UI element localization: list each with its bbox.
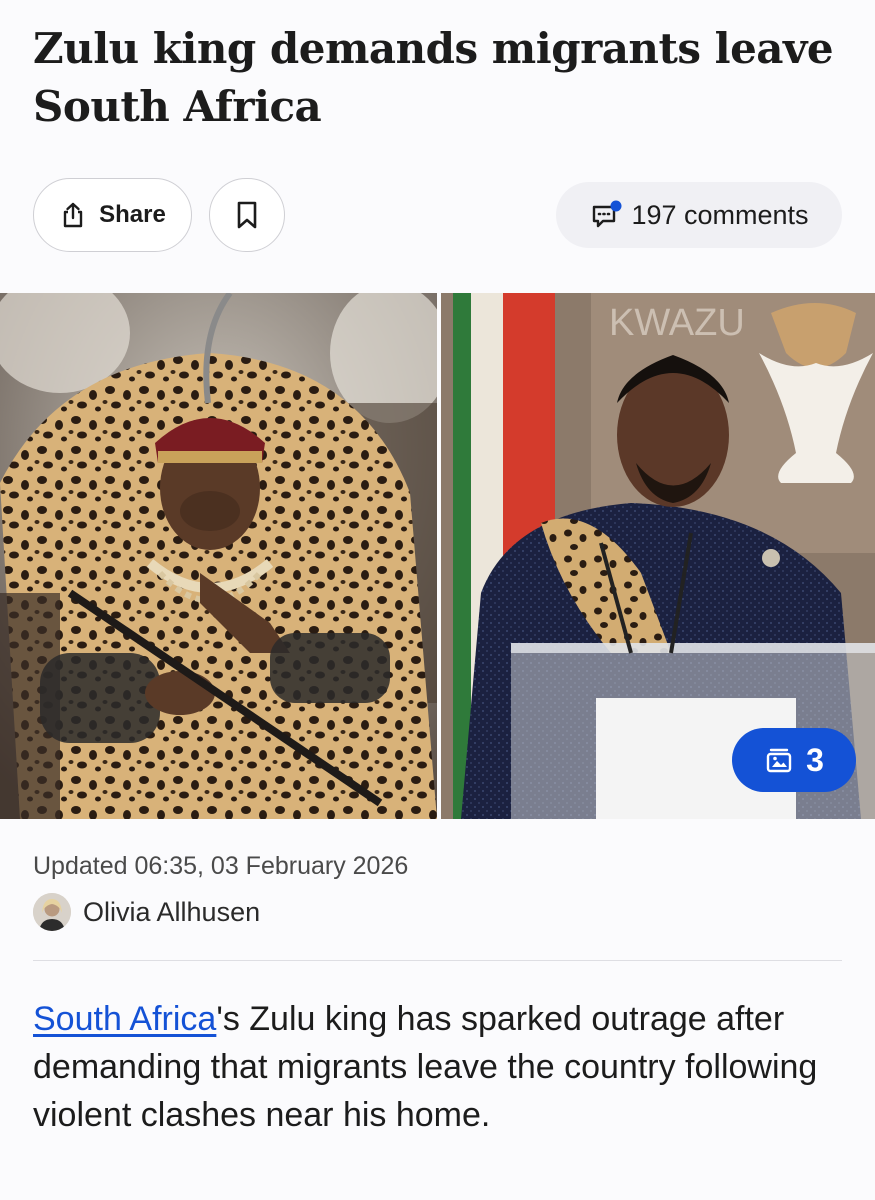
comment-icon: [589, 199, 623, 231]
updated-timestamp: Updated 06:35, 03 February 2026: [33, 852, 409, 880]
author-avatar: [33, 893, 71, 931]
share-label: Share: [99, 201, 166, 228]
background-sign-text: KWAZU: [609, 302, 745, 344]
author-name: Olivia Allhusen: [83, 896, 261, 927]
bookmark-icon: [235, 200, 259, 230]
article-headline: Zulu king demands migrants leave South A…: [33, 24, 834, 131]
article-body-paragraph: South Africa's Zulu king has sparked out…: [33, 995, 848, 1139]
gallery-count: 3: [806, 741, 824, 778]
divider: [33, 960, 842, 961]
comments-count: 197 comments: [631, 199, 809, 230]
gallery-count-badge[interactable]: 3: [732, 728, 856, 792]
comments-button[interactable]: 197 comments: [556, 182, 842, 248]
gallery-icon: [764, 745, 794, 775]
share-button[interactable]: Share: [33, 178, 192, 252]
share-icon: [59, 201, 87, 229]
south-africa-link[interactable]: South Africa: [33, 1000, 216, 1038]
photo-king-in-leopard-skin: [0, 293, 437, 819]
author-byline[interactable]: Olivia Allhusen: [33, 893, 260, 931]
bookmark-button[interactable]: [209, 178, 285, 252]
